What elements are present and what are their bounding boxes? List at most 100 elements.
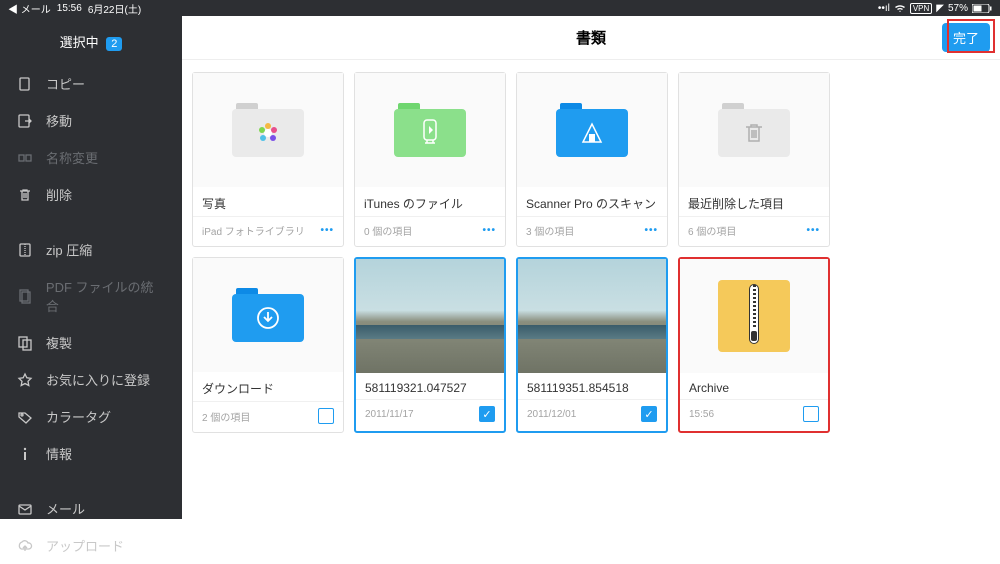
sidebar-item-label: PDF ファイルの統合 (46, 277, 166, 315)
sidebar-item-upload[interactable]: アップロード (0, 527, 182, 564)
card-footer: 3 個の項目 ••• (517, 216, 667, 246)
folder-card[interactable]: ダウンロード 2 個の項目 (192, 257, 344, 433)
card-meta: iPad フォトライブラリ (202, 223, 305, 238)
sidebar-item-label: 複製 (46, 333, 72, 352)
sidebar-item-label: 削除 (46, 185, 72, 204)
card-meta: 6 個の項目 (688, 223, 736, 238)
sidebar-item-rename: 名称変更 (0, 139, 182, 176)
card-footer: 15:56 (680, 399, 828, 430)
sidebar-item-label: カラータグ (46, 407, 111, 426)
card-meta: 2011/11/17 (365, 409, 414, 420)
card-footer: 2011/12/01 (518, 399, 666, 430)
move-icon (16, 113, 34, 129)
main-header: 書類 完了 (182, 16, 1000, 60)
sidebar-item-label: zip 圧縮 (46, 240, 92, 259)
sidebar-header: 選択中 2 (0, 24, 182, 65)
card-thumbnail (193, 73, 343, 187)
folder-card[interactable]: Scanner Pro のスキャン 3 個の項目 ••• (516, 72, 668, 247)
folder-card[interactable]: 写真 iPad フォトライブラリ ••• (192, 72, 344, 247)
sidebar-item-label: メール (46, 499, 85, 518)
card-name: Archive (680, 373, 828, 399)
sidebar-item-label: コピー (46, 74, 85, 93)
tag-icon (16, 409, 34, 425)
done-button[interactable]: 完了 (942, 23, 990, 52)
sidebar-item-tag[interactable]: カラータグ (0, 398, 182, 435)
selection-label: 選択中 (60, 35, 99, 50)
sidebar-item-label: お気に入りに登録 (46, 370, 150, 389)
card-meta: 15:56 (689, 409, 714, 420)
sidebar-item-label: 情報 (46, 444, 72, 463)
card-footer: 2011/11/17 (356, 399, 504, 430)
card-thumbnail (355, 73, 505, 187)
upload-icon (16, 538, 34, 554)
card-thumbnail (518, 259, 666, 373)
card-name: 581119351.854518 (518, 373, 666, 399)
rename-icon (16, 150, 34, 166)
sidebar-item-trash[interactable]: 削除 (0, 176, 182, 213)
select-checkbox[interactable] (479, 406, 495, 422)
status-time: 15:56 (57, 3, 82, 14)
pdf-icon (16, 288, 34, 304)
card-name: Scanner Pro のスキャン (517, 187, 667, 216)
select-checkbox[interactable] (318, 408, 334, 424)
battery-icon (972, 4, 992, 13)
status-date: 6月22日(土) (88, 1, 141, 16)
card-thumbnail (356, 259, 504, 373)
card-meta: 0 個の項目 (364, 223, 412, 238)
sidebar-item-pdf: PDF ファイルの統合 (0, 268, 182, 324)
file-card[interactable]: 581119351.854518 2011/12/01 (516, 257, 668, 433)
vpn-badge: VPN (910, 3, 932, 14)
card-thumbnail (680, 259, 828, 373)
sidebar-item-star[interactable]: お気に入りに登録 (0, 361, 182, 398)
main-panel: 書類 完了 写真 iPad フォトライブラリ ••• iTunes のファイル … (182, 16, 1000, 519)
file-card[interactable]: Archive 15:56 (678, 257, 830, 433)
location-icon: ◤ (936, 3, 944, 14)
battery-label: 57% (948, 3, 968, 14)
star-icon (16, 372, 34, 388)
sidebar-item-label: アップロード (46, 536, 124, 555)
info-icon (16, 446, 34, 462)
duplicate-icon (16, 335, 34, 351)
card-thumbnail (193, 258, 343, 372)
file-grid: 写真 iPad フォトライブラリ ••• iTunes のファイル 0 個の項目… (182, 60, 1000, 445)
folder-card[interactable]: 最近削除した項目 6 個の項目 ••• (678, 72, 830, 247)
card-footer: iPad フォトライブラリ ••• (193, 216, 343, 246)
sidebar-item-info[interactable]: 情報 (0, 435, 182, 472)
page-title: 書類 (576, 27, 606, 48)
more-button[interactable]: ••• (806, 225, 820, 236)
select-checkbox[interactable] (803, 406, 819, 422)
sidebar: 選択中 2 コピー移動名称変更削除 zip 圧縮 PDF ファイルの統合複製お気に入… (0, 16, 182, 519)
wifi-icon (894, 4, 906, 13)
zip-icon (16, 242, 34, 258)
sidebar-item-duplicate[interactable]: 複製 (0, 324, 182, 361)
zip-icon (718, 280, 790, 352)
card-footer: 2 個の項目 (193, 401, 343, 432)
select-checkbox[interactable] (641, 406, 657, 422)
more-button[interactable]: ••• (320, 225, 334, 236)
card-thumbnail (679, 73, 829, 187)
back-app-label[interactable]: ◀ メール (8, 1, 51, 16)
card-name: ダウンロード (193, 372, 343, 401)
file-card[interactable]: 581119321.047527 2011/11/17 (354, 257, 506, 433)
card-meta: 3 個の項目 (526, 223, 574, 238)
card-meta: 2011/12/01 (527, 409, 576, 420)
card-footer: 0 個の項目 ••• (355, 216, 505, 246)
sidebar-item-zip[interactable]: zip 圧縮 (0, 231, 182, 268)
card-name: 581119321.047527 (356, 373, 504, 399)
more-button[interactable]: ••• (482, 225, 496, 236)
panorama-thumbnail (518, 259, 666, 373)
panorama-thumbnail (356, 259, 504, 373)
sidebar-item-move[interactable]: 移動 (0, 102, 182, 139)
more-button[interactable]: ••• (644, 225, 658, 236)
trash-icon (16, 187, 34, 203)
card-name: 最近削除した項目 (679, 187, 829, 216)
copy-icon (16, 76, 34, 92)
sidebar-item-label: 名称変更 (46, 148, 98, 167)
sidebar-item-mail[interactable]: メール (0, 490, 182, 527)
card-footer: 6 個の項目 ••• (679, 216, 829, 246)
card-meta: 2 個の項目 (202, 409, 250, 424)
sidebar-item-copy[interactable]: コピー (0, 65, 182, 102)
card-thumbnail (517, 73, 667, 187)
selection-count-badge: 2 (106, 37, 122, 51)
folder-card[interactable]: iTunes のファイル 0 個の項目 ••• (354, 72, 506, 247)
